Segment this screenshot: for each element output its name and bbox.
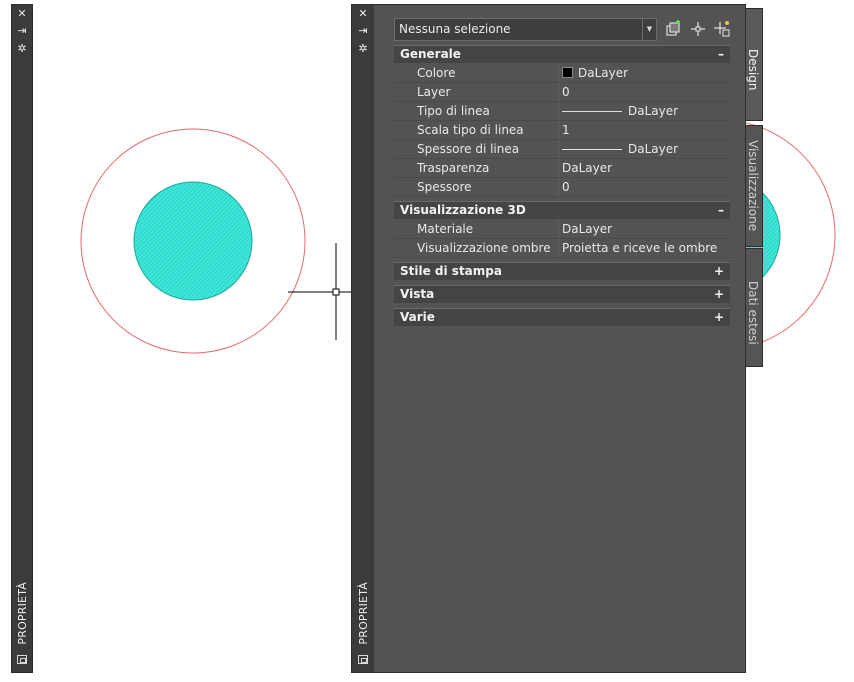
- hatched-circle[interactable]: [133, 181, 253, 301]
- section-stile-di-stampa[interactable]: Stile di stampa +: [394, 262, 730, 280]
- pickadd-toggle-icon[interactable]: [713, 20, 731, 38]
- linetype-sample: [562, 111, 622, 112]
- color-swatch: [562, 67, 573, 78]
- left-properties-palette[interactable]: ✕ ⇥ ✲ PROPRIETÀ: [11, 4, 33, 673]
- property-row-spessore[interactable]: Spessore 0: [394, 178, 730, 197]
- chevron-down-icon[interactable]: ▼: [642, 19, 656, 40]
- property-row-scala-tipo-di-linea[interactable]: Scala tipo di linea 1: [394, 121, 730, 140]
- section-varie[interactable]: Varie +: [394, 308, 730, 326]
- property-row-tipo-di-linea[interactable]: Tipo di linea DaLayer: [394, 102, 730, 121]
- property-row-visualizzazione-ombre[interactable]: Visualizzazione ombre Proietta e riceve …: [394, 239, 730, 258]
- property-row-layer[interactable]: Layer 0: [394, 83, 730, 102]
- close-icon[interactable]: ✕: [15, 8, 29, 20]
- property-row-spessore-di-linea[interactable]: Spessore di linea DaLayer: [394, 140, 730, 159]
- expand-icon[interactable]: +: [714, 263, 724, 280]
- lineweight-sample: [562, 149, 622, 150]
- expand-icon[interactable]: +: [714, 286, 724, 303]
- section-visualizzazione-3d[interactable]: Visualizzazione 3D –: [394, 201, 730, 219]
- palette-title: PROPRIETÀ: [16, 582, 29, 645]
- property-row-colore[interactable]: Colore DaLayer: [394, 64, 730, 83]
- gear-icon[interactable]: ✲: [356, 43, 370, 55]
- palette-title: PROPRIETÀ: [357, 582, 370, 645]
- collapse-icon[interactable]: –: [718, 202, 724, 219]
- expand-icon[interactable]: +: [714, 309, 724, 326]
- autohide-icon[interactable]: ⇥: [15, 25, 29, 37]
- collapse-icon[interactable]: –: [718, 46, 724, 63]
- autohide-icon[interactable]: ⇥: [356, 25, 370, 37]
- selection-dropdown[interactable]: Nessuna selezione ▼: [394, 18, 657, 41]
- close-icon[interactable]: ✕: [356, 8, 370, 20]
- section-generale[interactable]: Generale –: [394, 45, 730, 63]
- palette-titlebar[interactable]: ✕ ⇥ ✲ PROPRIETÀ: [352, 5, 374, 672]
- crosshair-cursor: [288, 243, 351, 340]
- palette-menu-icon[interactable]: [17, 655, 27, 664]
- property-row-materiale[interactable]: Materiale DaLayer: [394, 220, 730, 239]
- quick-select-icon[interactable]: [664, 20, 682, 38]
- gear-icon[interactable]: ✲: [15, 43, 29, 55]
- property-row-trasparenza[interactable]: Trasparenza DaLayer: [394, 159, 730, 178]
- properties-palette[interactable]: ✕ ⇥ ✲ PROPRIETÀ Nessuna selezione ▼ Gene…: [351, 4, 746, 673]
- select-objects-icon[interactable]: [689, 20, 707, 38]
- section-vista[interactable]: Vista +: [394, 285, 730, 303]
- palette-menu-icon[interactable]: [358, 655, 368, 664]
- selection-dropdown-value: Nessuna selezione: [399, 22, 511, 36]
